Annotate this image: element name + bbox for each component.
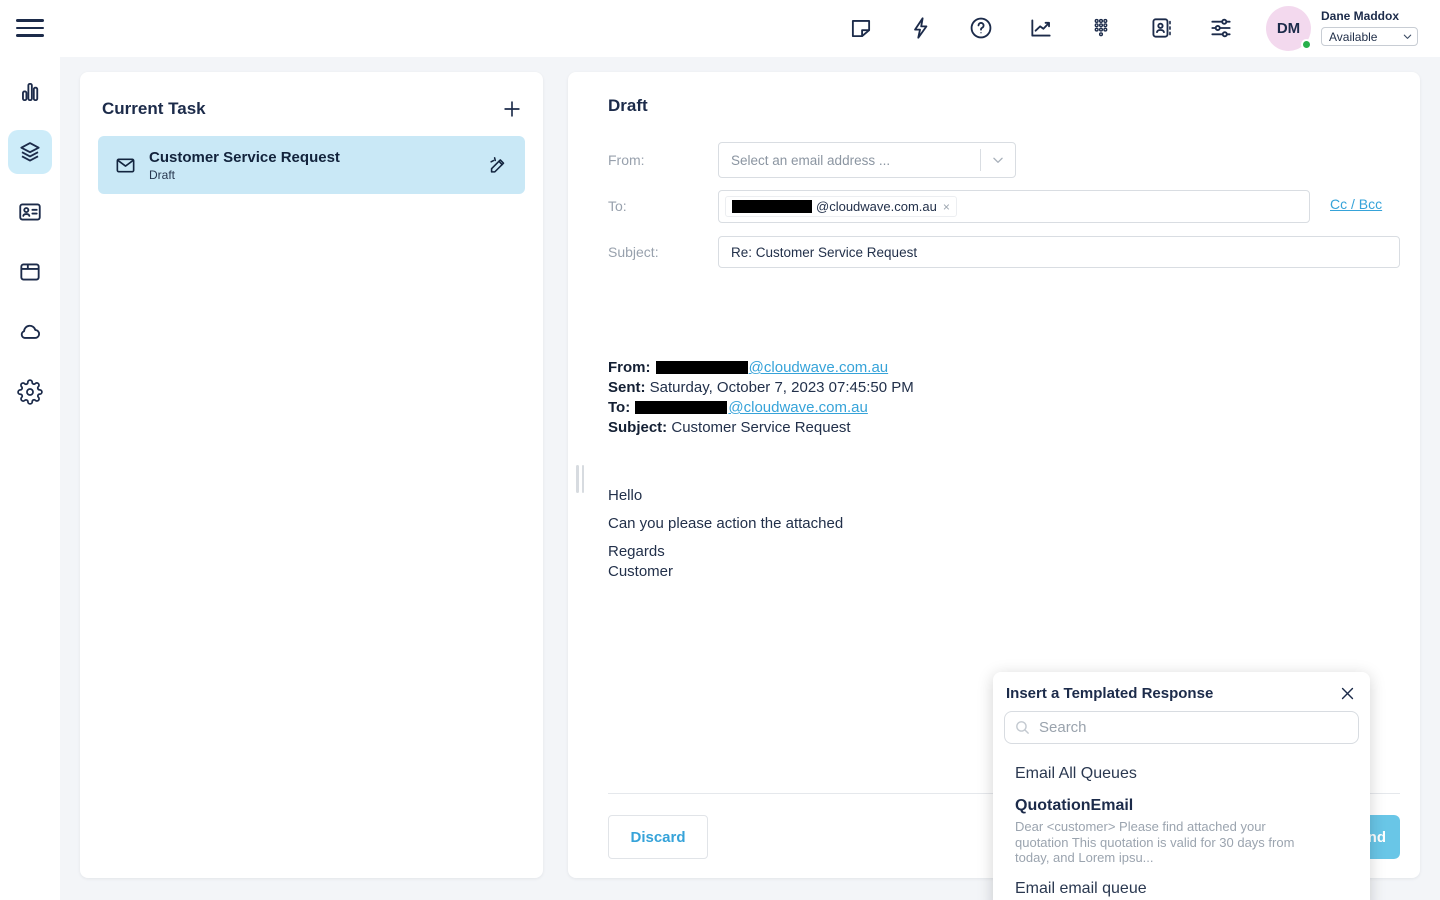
rail-item-settings[interactable]	[8, 370, 52, 414]
redacted-text	[635, 401, 727, 414]
help-icon[interactable]	[968, 15, 994, 41]
hamburger-menu-icon[interactable]	[16, 14, 44, 42]
chevron-down-icon[interactable]	[981, 153, 1015, 167]
to-label: To:	[608, 198, 627, 214]
quoted-to-link[interactable]: @cloudwave.com.au	[728, 399, 867, 416]
body-line: Can you please action the attached	[608, 514, 843, 534]
draft-title: Draft	[608, 96, 648, 116]
quoted-from-link[interactable]: @cloudwave.com.au	[749, 359, 888, 376]
rail-item-performance[interactable]	[8, 70, 52, 114]
template-item-label: QuotationEmail	[1015, 797, 1348, 815]
quoted-sent-label: Sent:	[608, 379, 646, 396]
analytics-icon[interactable]	[1028, 15, 1054, 41]
sticky-note-icon[interactable]	[848, 15, 874, 41]
task-card-subtitle: Draft	[149, 168, 475, 182]
subject-input[interactable]	[718, 236, 1400, 268]
quoted-to-label: To:	[608, 399, 630, 416]
subject-label: Subject:	[608, 244, 659, 260]
from-select[interactable]: Select an email address ...	[718, 142, 1016, 178]
address-book-icon[interactable]	[1148, 15, 1174, 41]
template-search-box[interactable]	[1004, 711, 1359, 744]
user-cluster: DM Dane Maddox Available	[1266, 6, 1418, 51]
quoted-email-headers: From: @cloudwave.com.au Sent: Saturday, …	[608, 358, 914, 438]
from-label: From:	[608, 152, 645, 168]
cloud-icon	[17, 319, 43, 345]
avatar-initials: DM	[1277, 20, 1300, 37]
topbar: DM Dane Maddox Available	[0, 0, 1440, 57]
quoted-subject-value: Customer Service Request	[671, 419, 850, 436]
template-item-preview: Dear <customer> Please find attached you…	[1015, 819, 1348, 866]
rail-item-cloud[interactable]	[8, 310, 52, 354]
panel-resize-handle[interactable]	[576, 465, 584, 493]
current-task-title: Current Task	[102, 99, 206, 119]
email-body[interactable]: Hello Can you please action the attached…	[608, 486, 843, 582]
presence-select[interactable]: Available	[1321, 27, 1418, 46]
template-item-quotation-email[interactable]: QuotationEmail Dear <customer> Please fi…	[993, 790, 1370, 873]
status-dot	[1301, 39, 1312, 50]
search-icon	[1014, 719, 1031, 736]
contact-card-icon	[17, 199, 43, 225]
rail-item-apps[interactable]	[8, 250, 52, 294]
popup-title: Insert a Templated Response	[1006, 685, 1213, 702]
add-task-icon[interactable]	[501, 98, 523, 120]
template-search-input[interactable]	[1039, 719, 1349, 736]
recipient-chip-domain: @cloudwave.com.au	[816, 199, 937, 214]
from-select-placeholder: Select an email address ...	[719, 153, 980, 168]
to-input[interactable]: @cloudwave.com.au ×	[718, 190, 1310, 223]
redacted-text	[656, 361, 748, 374]
recipient-chip[interactable]: @cloudwave.com.au ×	[725, 196, 957, 217]
user-name: Dane Maddox	[1321, 9, 1418, 23]
sliders-icon[interactable]	[1208, 15, 1234, 41]
current-task-panel: Current Task Customer Service Request Dr…	[80, 72, 543, 878]
template-item-label: Email All Queues	[1015, 765, 1348, 783]
dialpad-icon[interactable]	[1088, 15, 1114, 41]
cc-bcc-link[interactable]: Cc / Bcc	[1330, 196, 1382, 212]
window-icon	[17, 259, 43, 285]
topbar-icon-group	[848, 15, 1234, 41]
body-line: Regards	[608, 542, 843, 562]
bar-chart-icon	[17, 79, 43, 105]
task-card-title: Customer Service Request	[149, 149, 475, 166]
body-line: Customer	[608, 562, 843, 582]
templated-response-popup: Insert a Templated Response Email All Qu…	[993, 672, 1370, 900]
redacted-text	[732, 200, 812, 213]
lightning-icon[interactable]	[908, 15, 934, 41]
remove-recipient-icon[interactable]: ×	[941, 200, 950, 214]
avatar[interactable]: DM	[1266, 6, 1311, 51]
template-item-email-all-queues[interactable]: Email All Queues	[993, 758, 1370, 790]
left-rail	[0, 57, 60, 900]
template-list: Email All Queues QuotationEmail Dear <cu…	[993, 744, 1370, 900]
edit-draft-icon[interactable]	[487, 154, 509, 176]
body-line: Hello	[608, 486, 843, 506]
quoted-subject-label: Subject:	[608, 419, 667, 436]
discard-button[interactable]: Discard	[608, 815, 708, 859]
template-item-label: Email email queue	[1015, 880, 1348, 898]
quoted-sent-value: Saturday, October 7, 2023 07:45:50 PM	[650, 379, 914, 396]
close-icon[interactable]	[1339, 685, 1356, 702]
template-item-email-email-queue[interactable]: Email email queue	[993, 873, 1370, 900]
envelope-icon	[114, 154, 137, 177]
rail-item-interactions[interactable]	[8, 130, 52, 174]
rail-item-directory[interactable]	[8, 190, 52, 234]
layers-icon	[17, 139, 43, 165]
gear-icon	[17, 379, 43, 405]
task-card-customer-service-request[interactable]: Customer Service Request Draft	[98, 136, 525, 194]
quoted-from-label: From:	[608, 359, 651, 376]
